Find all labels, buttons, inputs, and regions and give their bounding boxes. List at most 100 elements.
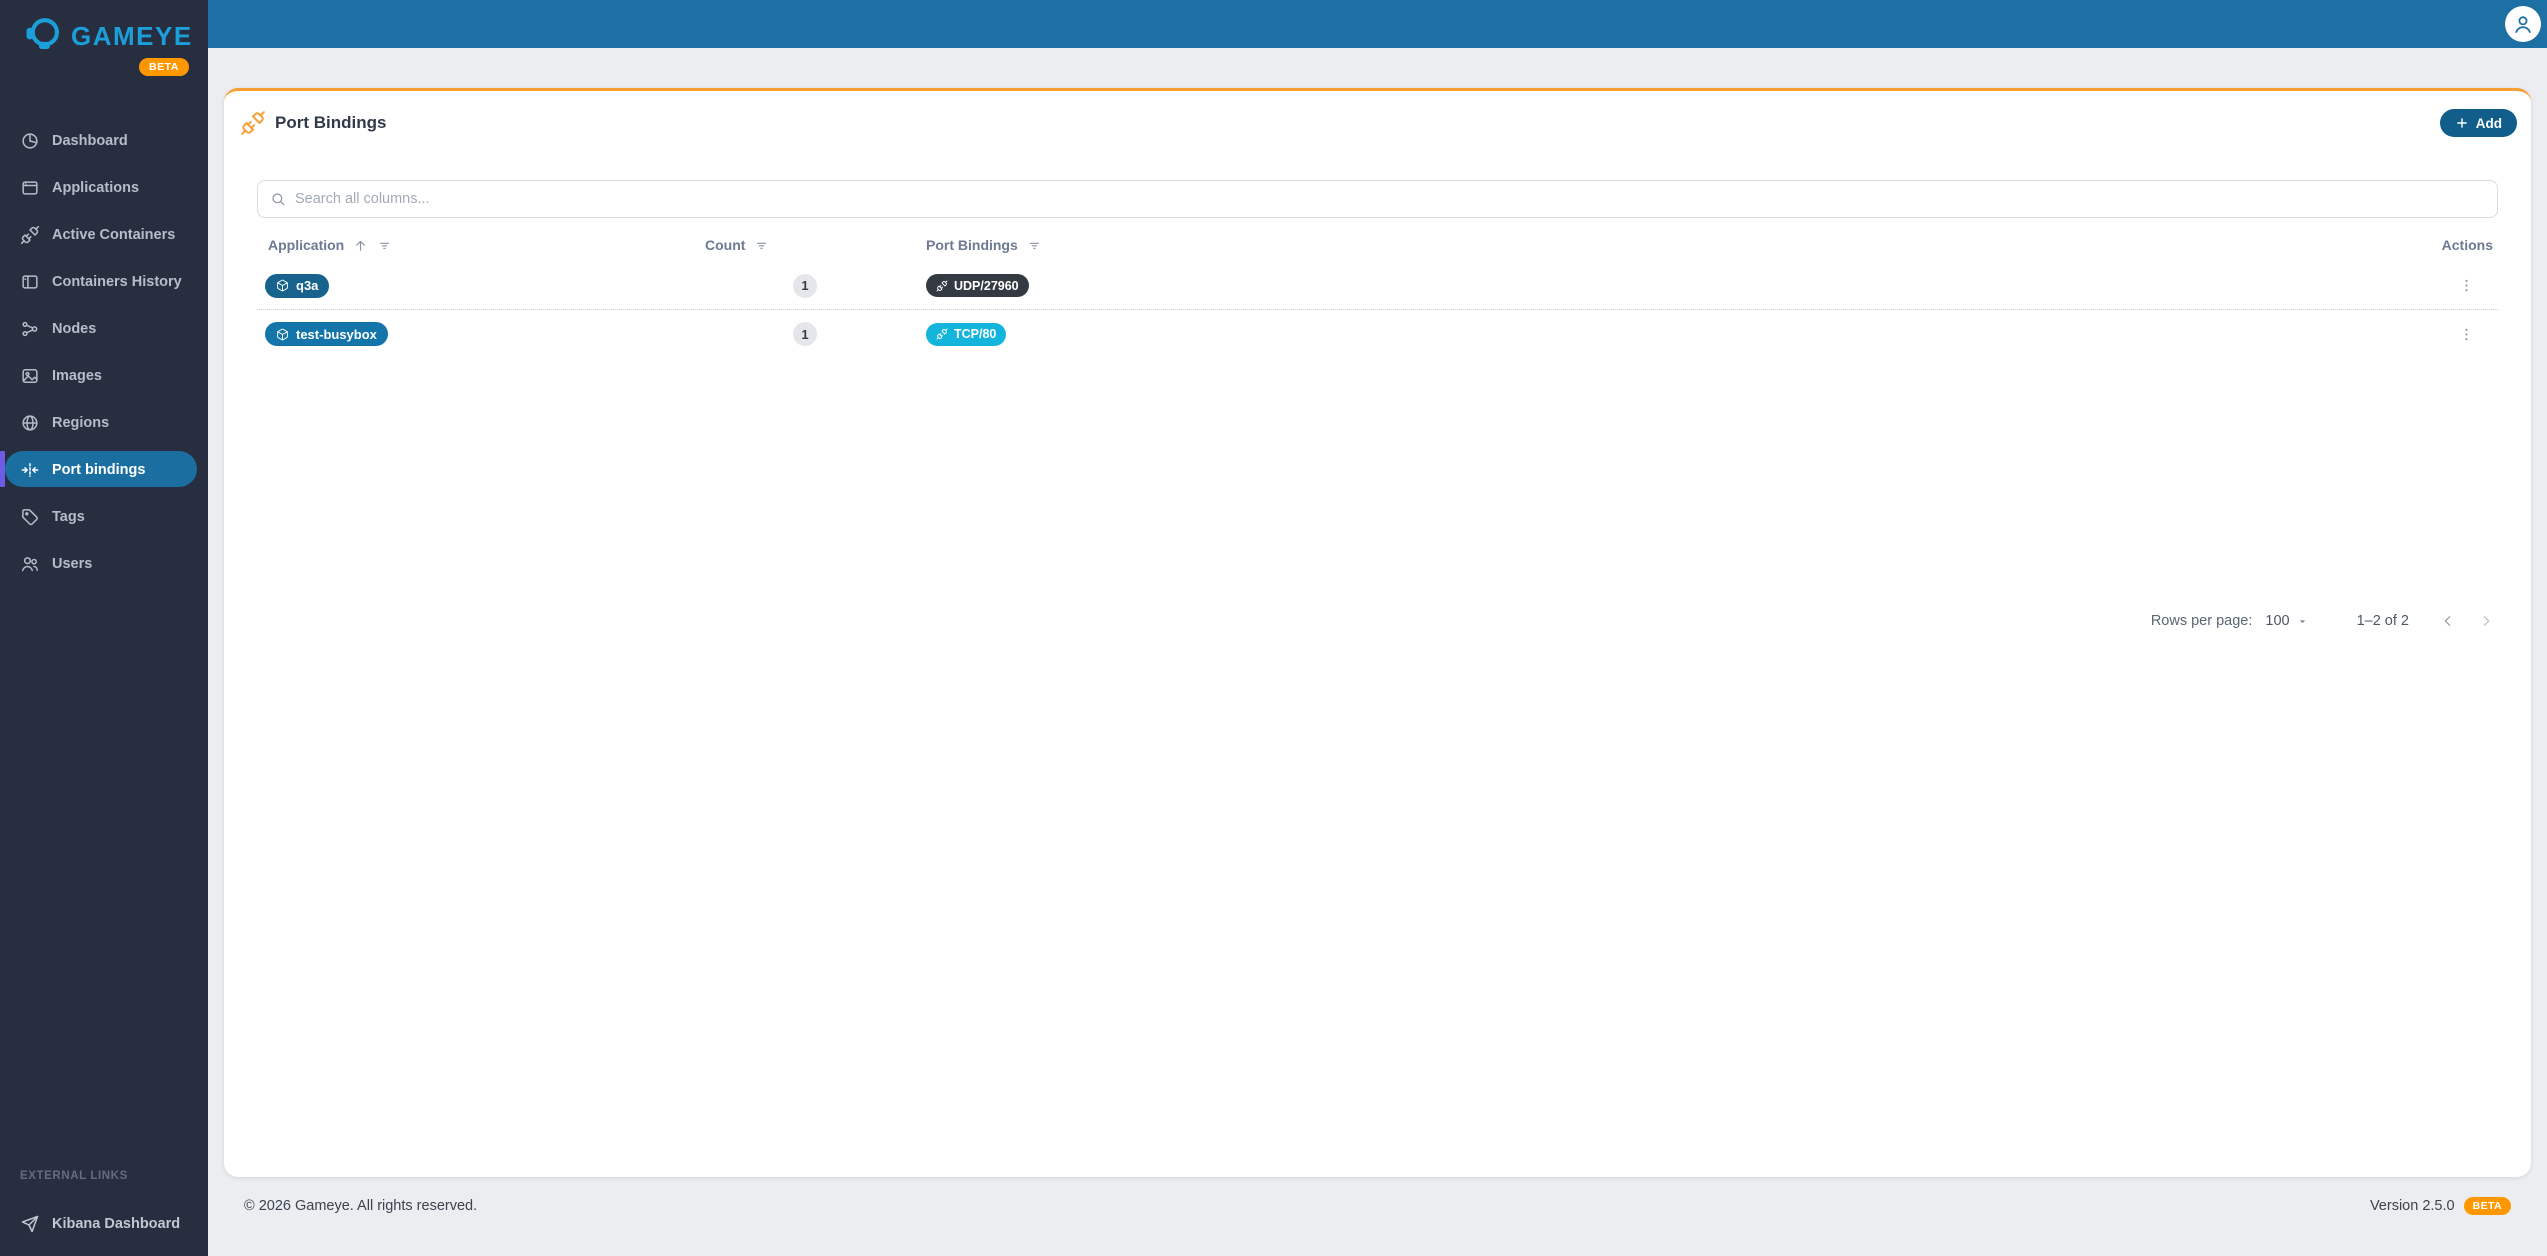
applications-icon bbox=[20, 178, 40, 198]
sidebar-item-tags[interactable]: Tags bbox=[0, 493, 208, 540]
sidebar-item-label: Containers History bbox=[52, 274, 182, 290]
table-row: q3a 1 UDP/27960 bbox=[257, 262, 2498, 310]
search-bar bbox=[257, 180, 2498, 218]
port-binding-badge: TCP/80 bbox=[926, 323, 1006, 346]
sidebar-item-label: Users bbox=[52, 556, 92, 572]
cable-icon bbox=[936, 328, 948, 340]
cable-icon bbox=[936, 280, 948, 292]
sidebar-item-regions[interactable]: Regions bbox=[0, 399, 208, 446]
next-page-button[interactable] bbox=[2472, 607, 2500, 635]
filter-icon[interactable] bbox=[377, 238, 392, 253]
users-icon bbox=[20, 554, 40, 574]
external-link-label: Kibana Dashboard bbox=[52, 1216, 180, 1232]
logo-block: GAMEYE BETA bbox=[0, 0, 208, 82]
user-avatar-button[interactable] bbox=[2505, 6, 2541, 42]
version-text: Version 2.5.0 bbox=[2370, 1198, 2455, 1214]
count-badge: 1 bbox=[793, 274, 817, 298]
column-header-actions: Actions bbox=[2442, 237, 2493, 253]
sidebar-item-kibana-dashboard[interactable]: Kibana Dashboard bbox=[0, 1202, 208, 1246]
search-input[interactable] bbox=[295, 191, 2485, 207]
port-binding-badge: UDP/27960 bbox=[926, 274, 1029, 297]
sidebar-item-users[interactable]: Users bbox=[0, 540, 208, 587]
containers-history-icon bbox=[20, 272, 40, 292]
logo-beta-badge: BETA bbox=[139, 58, 189, 76]
images-icon bbox=[20, 366, 40, 386]
sidebar-item-label: Active Containers bbox=[52, 227, 175, 243]
application-name: test-busybox bbox=[296, 327, 377, 342]
port-bindings-icon bbox=[20, 460, 40, 480]
chevron-right-icon bbox=[2478, 613, 2494, 629]
column-header-application[interactable]: Application bbox=[268, 237, 344, 253]
rows-per-page-value: 100 bbox=[2265, 613, 2289, 629]
app-window: GAMEYE BETA Dashboard Applications Activ… bbox=[0, 0, 2547, 1256]
rows-per-page-select[interactable]: 100 bbox=[2265, 613, 2308, 629]
filter-icon[interactable] bbox=[1027, 238, 1042, 253]
sidebar: GAMEYE BETA Dashboard Applications Activ… bbox=[0, 0, 208, 1256]
sidebar-nav: Dashboard Applications Active Containers… bbox=[0, 117, 208, 587]
caret-down-icon bbox=[2296, 615, 2309, 628]
application-badge: q3a bbox=[265, 274, 329, 298]
page-range: 1–2 of 2 bbox=[2357, 613, 2409, 629]
external-links-section: EXTERNAL LINKS Kibana Dashboard bbox=[0, 1170, 208, 1256]
column-header-count[interactable]: Count bbox=[705, 237, 745, 253]
table-header-row: Application Count bbox=[257, 228, 2498, 262]
main-area: Port Bindings Add Application bbox=[208, 0, 2547, 1256]
sort-asc-icon[interactable] bbox=[353, 238, 368, 253]
sidebar-item-label: Applications bbox=[52, 180, 139, 196]
topbar bbox=[208, 0, 2547, 48]
port-binding-label: TCP/80 bbox=[954, 327, 996, 341]
external-links-header: EXTERNAL LINKS bbox=[0, 1170, 208, 1182]
version-beta-badge: BETA bbox=[2464, 1197, 2511, 1215]
sidebar-item-nodes[interactable]: Nodes bbox=[0, 305, 208, 352]
sidebar-item-dashboard[interactable]: Dashboard bbox=[0, 117, 208, 164]
table-row: test-busybox 1 TCP/80 bbox=[257, 310, 2498, 358]
sidebar-item-applications[interactable]: Applications bbox=[0, 164, 208, 211]
application-name: q3a bbox=[296, 278, 318, 293]
count-badge: 1 bbox=[793, 322, 817, 346]
sidebar-item-images[interactable]: Images bbox=[0, 352, 208, 399]
sidebar-item-label: Regions bbox=[52, 415, 109, 431]
package-icon bbox=[276, 328, 289, 341]
sidebar-item-label: Dashboard bbox=[52, 133, 128, 149]
tags-icon bbox=[20, 507, 40, 527]
sidebar-item-port-bindings[interactable]: Port bindings bbox=[0, 446, 208, 493]
brand-wordmark: GAMEYE bbox=[71, 21, 193, 52]
pagination-bar: Rows per page: 100 1–2 of 2 bbox=[224, 601, 2531, 641]
application-badge: test-busybox bbox=[265, 322, 388, 346]
port-bindings-table: Application Count bbox=[257, 228, 2498, 358]
content-area: Port Bindings Add Application bbox=[208, 48, 2547, 1177]
regions-icon bbox=[20, 413, 40, 433]
sidebar-item-label: Tags bbox=[52, 509, 85, 525]
package-icon bbox=[276, 279, 289, 292]
person-icon bbox=[2511, 12, 2535, 36]
add-button[interactable]: Add bbox=[2440, 109, 2517, 137]
kebab-menu-icon bbox=[2458, 277, 2475, 294]
sidebar-item-label: Images bbox=[52, 368, 102, 384]
column-header-port-bindings[interactable]: Port Bindings bbox=[926, 237, 1018, 253]
sidebar-item-active-containers[interactable]: Active Containers bbox=[0, 211, 208, 258]
gameye-logo-icon bbox=[24, 13, 64, 60]
send-icon bbox=[20, 1214, 40, 1234]
nodes-icon bbox=[20, 319, 40, 339]
dashboard-icon bbox=[20, 131, 40, 151]
chevron-left-icon bbox=[2440, 613, 2456, 629]
plus-icon bbox=[2455, 116, 2469, 130]
row-actions-menu-button[interactable] bbox=[2452, 272, 2480, 300]
sidebar-item-label: Nodes bbox=[52, 321, 96, 337]
previous-page-button[interactable] bbox=[2434, 607, 2462, 635]
sidebar-item-label: Port bindings bbox=[52, 462, 145, 478]
kebab-menu-icon bbox=[2458, 326, 2475, 343]
port-binding-label: UDP/27960 bbox=[954, 279, 1019, 293]
add-button-label: Add bbox=[2476, 116, 2502, 131]
port-bindings-card: Port Bindings Add Application bbox=[224, 88, 2531, 1177]
rows-per-page-label: Rows per page: bbox=[2151, 613, 2253, 629]
page-footer: © 2026 Gameye. All rights reserved. Vers… bbox=[208, 1177, 2547, 1256]
card-header: Port Bindings Add bbox=[224, 91, 2531, 143]
filter-icon[interactable] bbox=[754, 238, 769, 253]
sidebar-item-containers-history[interactable]: Containers History bbox=[0, 258, 208, 305]
search-icon bbox=[270, 191, 286, 207]
row-actions-menu-button[interactable] bbox=[2452, 320, 2480, 348]
active-item-accent-bar bbox=[0, 451, 5, 487]
page-title: Port Bindings bbox=[275, 113, 386, 133]
plug-icon bbox=[240, 110, 266, 136]
